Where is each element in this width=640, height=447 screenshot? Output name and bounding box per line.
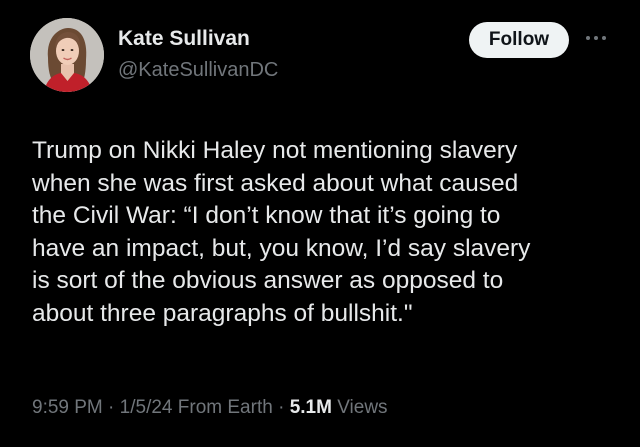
- meta-separator: ·: [278, 397, 285, 418]
- tweet-text-line: the Civil War: “I don’t know that it’s g…: [32, 202, 501, 229]
- tweet-text-line: Trump on Nikki Haley not mentioning slav…: [32, 137, 518, 164]
- tweet-text-line: when she was first asked about what caus…: [32, 169, 519, 197]
- tweet-time[interactable]: 9:59 PM: [32, 397, 103, 418]
- more-horizontal-icon[interactable]: [582, 30, 610, 46]
- tweet-card: Kate Sullivan @KateSullivanDC Follow Tru…: [0, 0, 640, 447]
- tweet-meta: 9:59 PM · 1/5/24 From Earth · 5.1M Views: [32, 397, 388, 419]
- tweet-date[interactable]: 1/5/24: [120, 397, 173, 418]
- tweet-source: From Earth: [177, 397, 273, 418]
- tweet-text: Trump on Nikki Haley not mentioning slav…: [32, 135, 612, 330]
- tweet-text-line: is sort of the obvious answer as opposed…: [32, 267, 504, 294]
- author-handle[interactable]: @KateSullivanDC: [118, 59, 278, 82]
- avatar[interactable]: [30, 18, 104, 92]
- tweet-text-line: have an impact, but, you know, I’d say s…: [32, 234, 531, 262]
- views-label: Views: [337, 397, 388, 418]
- follow-button[interactable]: Follow: [469, 22, 569, 58]
- avatar-photo: [30, 18, 104, 92]
- author-display-name[interactable]: Kate Sullivan: [118, 27, 250, 51]
- meta-separator: ·: [108, 397, 115, 418]
- views-count[interactable]: 5.1M: [290, 397, 332, 418]
- tweet-text-line: about three paragraphs of bullshit.": [32, 299, 413, 327]
